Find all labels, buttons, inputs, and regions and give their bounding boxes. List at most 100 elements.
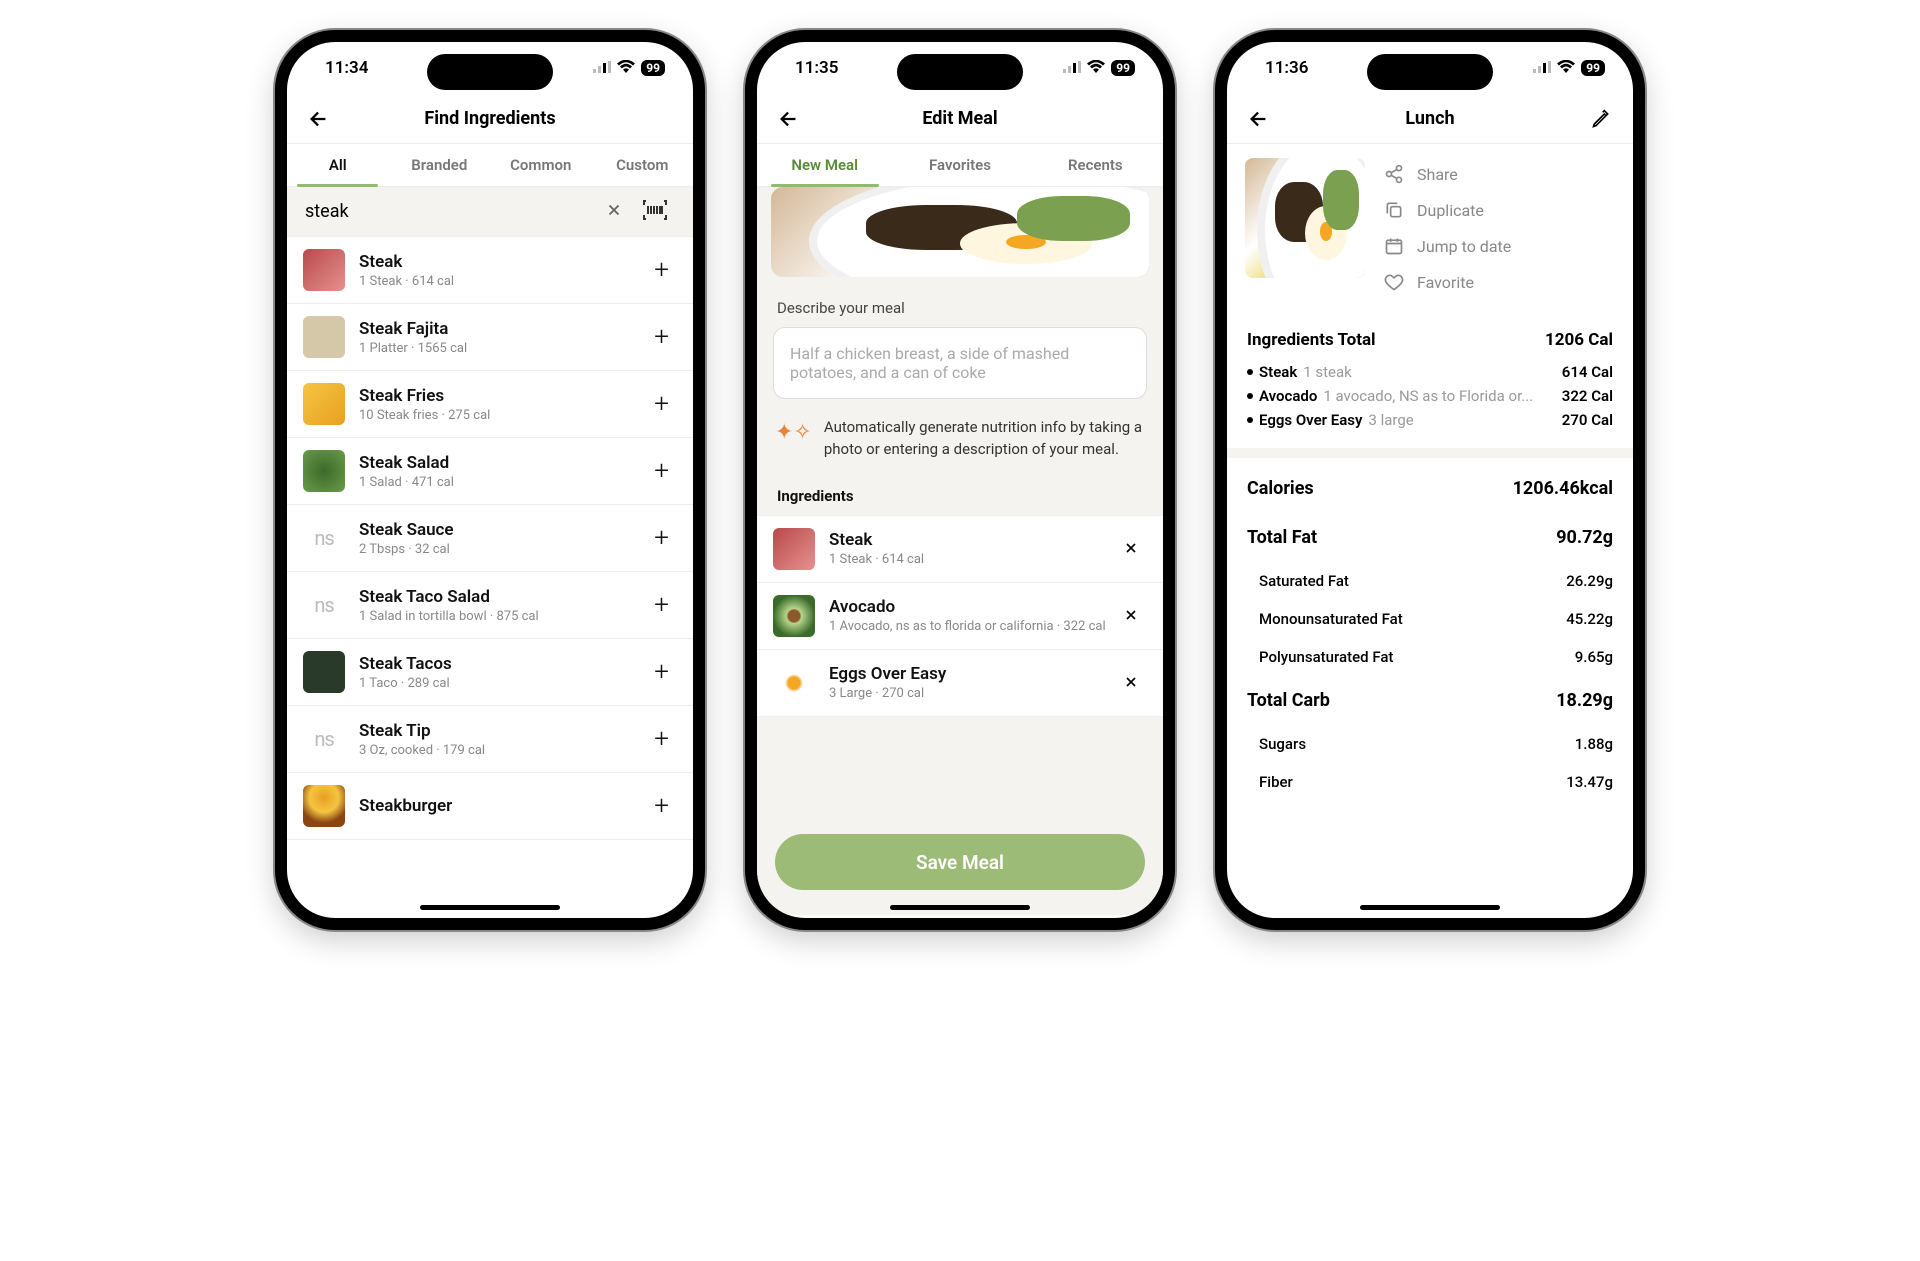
meal-photo[interactable] xyxy=(1245,158,1365,278)
nutrition-sub-label: Saturated Fat xyxy=(1259,572,1349,590)
home-indicator[interactable] xyxy=(420,905,560,910)
tabs: New Meal Favorites Recents xyxy=(757,144,1163,187)
action-jump-to-date[interactable]: Jump to date xyxy=(1383,230,1615,262)
nutrition-sub-label: Polyunsaturated Fat xyxy=(1259,648,1393,666)
nutrition-sub-label: Monounsaturated Fat xyxy=(1259,610,1403,628)
back-icon[interactable] xyxy=(773,103,805,135)
nutrition-value: 1206.46kcal xyxy=(1513,478,1613,499)
dynamic-island xyxy=(427,54,553,90)
ingredient-item[interactable]: Steak Fries10 Steak fries · 275 cal+ xyxy=(287,371,693,438)
ingredients-label: Ingredients xyxy=(757,479,1163,515)
home-indicator[interactable] xyxy=(1360,905,1500,910)
edit-meal-scroll[interactable]: Describe your meal Half a chicken breast… xyxy=(757,187,1163,915)
add-icon[interactable]: + xyxy=(646,322,677,352)
ingredient-name: Avocado xyxy=(1259,387,1317,405)
tab-new-meal[interactable]: New Meal xyxy=(757,144,892,186)
ingredient-item[interactable]: nsSteak Tip3 Oz, cooked · 179 cal+ xyxy=(287,706,693,773)
add-icon[interactable]: + xyxy=(646,590,677,620)
ingredient-cal: 270 Cal xyxy=(1562,411,1613,429)
add-icon[interactable]: + xyxy=(646,456,677,486)
home-indicator[interactable] xyxy=(890,905,1030,910)
ingredient-line[interactable]: Eggs Over Easy 3 large270 Cal xyxy=(1227,408,1633,432)
ingredient-name: Steak Salad xyxy=(359,453,646,473)
tab-recents[interactable]: Recents xyxy=(1028,144,1163,186)
ingredient-name: Steak xyxy=(1259,363,1297,381)
barcode-icon[interactable] xyxy=(633,200,677,224)
tab-branded[interactable]: Branded xyxy=(389,144,491,186)
lunch-scroll[interactable]: Share Duplicate Jump to date Favorite In… xyxy=(1227,144,1633,918)
battery-badge: 99 xyxy=(1581,60,1605,76)
ingredient-name: Steak xyxy=(359,252,646,272)
nutrition-row: Total Fat90.72g xyxy=(1227,513,1633,562)
meal-ingredient-item[interactable]: Eggs Over Easy3 Large · 270 cal xyxy=(757,650,1163,717)
add-icon[interactable]: + xyxy=(646,389,677,419)
phone-lunch: 11:36 99 Lunch Share Duplicate Jump to d… xyxy=(1215,30,1645,930)
action-share[interactable]: Share xyxy=(1383,158,1615,190)
nutrition-subrow: Sugars1.88g xyxy=(1227,725,1633,763)
back-icon[interactable] xyxy=(303,103,335,135)
ingredients-total-label: Ingredients Total xyxy=(1247,330,1376,350)
action-duplicate[interactable]: Duplicate xyxy=(1383,194,1615,226)
remove-icon[interactable] xyxy=(1115,667,1147,699)
nutrition-subrow: Saturated Fat26.29g xyxy=(1227,562,1633,600)
ingredient-line[interactable]: Steak 1 steak 614 Cal xyxy=(1227,360,1633,384)
ingredient-name: Steak Fajita xyxy=(359,319,646,339)
ingredient-line[interactable]: Avocado 1 avocado, NS as to Florida or..… xyxy=(1227,384,1633,408)
page-title: Lunch xyxy=(1227,108,1633,129)
ai-hint: ✦✧ Automatically generate nutrition info… xyxy=(757,413,1163,479)
add-icon[interactable]: + xyxy=(646,255,677,285)
add-icon[interactable]: + xyxy=(646,523,677,553)
remove-icon[interactable] xyxy=(1115,533,1147,565)
nutrition-subrow: Polyunsaturated Fat9.65g xyxy=(1227,638,1633,676)
meal-ingredient-item[interactable]: Avocado1 Avocado, ns as to florida or ca… xyxy=(757,583,1163,650)
search-input[interactable] xyxy=(303,193,595,230)
meal-photo[interactable] xyxy=(771,187,1149,277)
ingredient-sub: 3 Oz, cooked · 179 cal xyxy=(359,743,646,758)
nutrition-label: Total Fat xyxy=(1247,527,1317,548)
nutrition-subrow: Monounsaturated Fat 45.22g xyxy=(1227,600,1633,638)
ingredients-breakdown: Steak 1 steak 614 Cal Avocado 1 avocado, N… xyxy=(1227,360,1633,432)
ingredients-total: Ingredients Total 1206 Cal xyxy=(1227,316,1633,360)
edit-icon[interactable] xyxy=(1585,103,1617,135)
ingredient-item[interactable]: Steak Fajita1 Platter · 1565 cal+ xyxy=(287,304,693,371)
dynamic-island xyxy=(897,54,1023,90)
describe-label: Describe your meal xyxy=(757,291,1163,327)
back-icon[interactable] xyxy=(1243,103,1275,135)
ingredient-name: Steakburger xyxy=(359,796,646,816)
ai-hint-text: Automatically generate nutrition info by… xyxy=(824,417,1145,461)
tab-favorites[interactable]: Favorites xyxy=(892,144,1027,186)
meal-ingredient-item[interactable]: Steak1 Steak · 614 cal xyxy=(757,516,1163,583)
clear-icon[interactable] xyxy=(595,201,633,223)
ingredient-item[interactable]: Steak Tacos1 Taco · 289 cal+ xyxy=(287,639,693,706)
meal-actions: Share Duplicate Jump to date Favorite xyxy=(1383,158,1615,298)
ingredient-list[interactable]: Steak1 Steak · 614 cal+Steak Fajita1 Pla… xyxy=(287,237,693,915)
action-favorite[interactable]: Favorite xyxy=(1383,266,1615,298)
ingredient-sub: 3 Large · 270 cal xyxy=(829,686,1115,701)
ingredient-sub: 10 Steak fries · 275 cal xyxy=(359,408,646,423)
wifi-icon xyxy=(617,58,635,78)
describe-input[interactable]: Half a chicken breast, a side of mashed … xyxy=(773,327,1147,399)
nutrition-sub-value: 45.22g xyxy=(1566,610,1613,628)
ingredient-name: Steak Sauce xyxy=(359,520,646,540)
ingredient-item[interactable]: nsSteak Taco Salad1 Salad in tortilla bo… xyxy=(287,572,693,639)
ingredient-name: Eggs Over Easy xyxy=(1259,411,1362,429)
tab-all[interactable]: All xyxy=(287,144,389,186)
save-meal-button[interactable]: Save Meal xyxy=(775,834,1145,890)
ingredient-cal: 614 Cal xyxy=(1562,363,1613,381)
tab-common[interactable]: Common xyxy=(490,144,592,186)
ingredient-item[interactable]: Steak1 Steak · 614 cal+ xyxy=(287,237,693,304)
ingredient-item[interactable]: Steakburger+ xyxy=(287,773,693,840)
remove-icon[interactable] xyxy=(1115,600,1147,632)
ingredient-name: Steak Tip xyxy=(359,721,646,741)
wifi-icon xyxy=(1087,58,1105,78)
ingredient-item[interactable]: Steak Salad1 Salad · 471 cal+ xyxy=(287,438,693,505)
tab-custom[interactable]: Custom xyxy=(592,144,694,186)
ingredient-amount: 1 steak xyxy=(1303,363,1556,381)
ingredient-sub: 1 Avocado, ns as to florida or californi… xyxy=(829,619,1115,634)
ingredient-sub: 2 Tbsps · 32 cal xyxy=(359,542,646,557)
battery-badge: 99 xyxy=(1111,60,1135,76)
ingredient-item[interactable]: nsSteak Sauce2 Tbsps · 32 cal+ xyxy=(287,505,693,572)
add-icon[interactable]: + xyxy=(646,791,677,821)
add-icon[interactable]: + xyxy=(646,657,677,687)
add-icon[interactable]: + xyxy=(646,724,677,754)
